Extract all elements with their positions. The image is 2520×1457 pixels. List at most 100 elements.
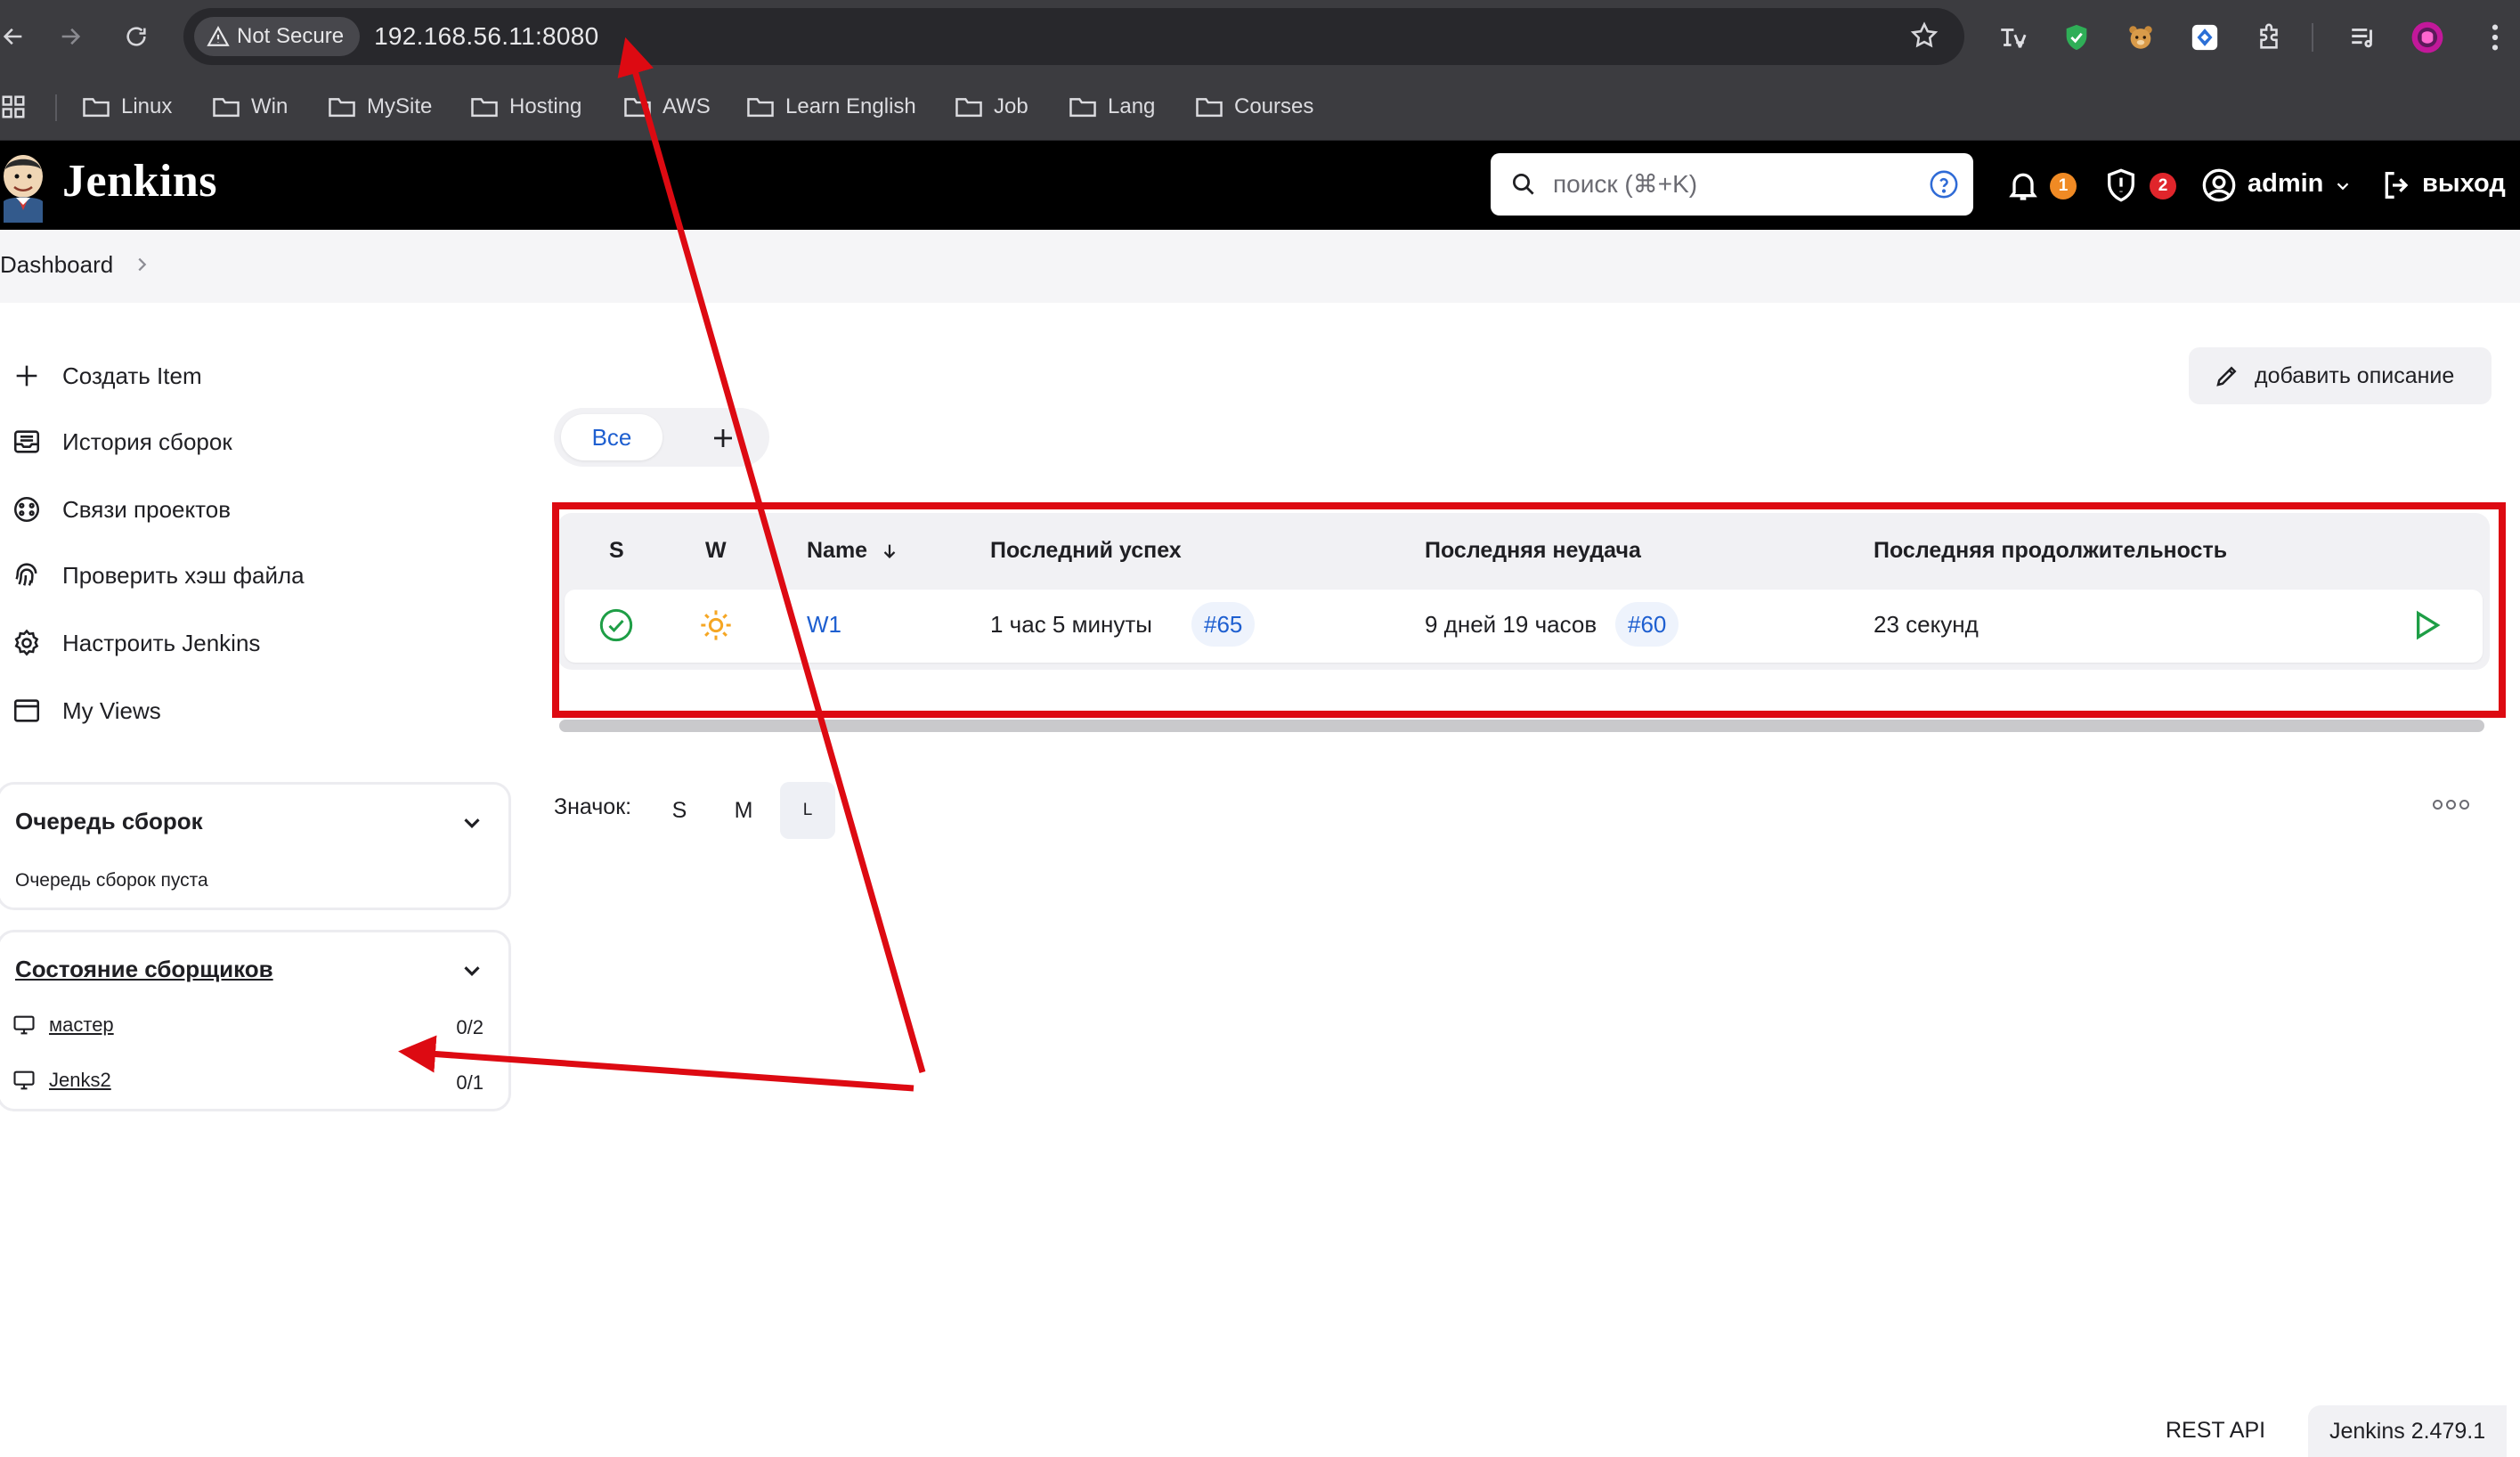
logout-label: выход	[2422, 169, 2506, 198]
bookmark-star-icon[interactable]	[1909, 20, 1939, 55]
url-text[interactable]: 192.168.56.11:8080	[374, 22, 598, 51]
plus-icon	[11, 360, 43, 392]
computer-icon	[13, 1070, 35, 1090]
browser-toolbar: Not Secure 192.168.56.11:8080	[0, 0, 2520, 73]
sidebar-item-gear[interactable]: Настроить Jenkins	[11, 625, 260, 661]
add-view-icon[interactable]	[703, 419, 743, 458]
bookmark-folder-item[interactable]: Win	[212, 91, 288, 123]
sidebar-item-label: Проверить хэш файла	[62, 561, 305, 589]
bookmark-label: Win	[251, 94, 289, 118]
logout-button[interactable]: выход	[2379, 162, 2520, 208]
apps-grid-icon[interactable]	[0, 91, 27, 123]
folder-icon	[1196, 98, 1223, 118]
sidebar-item-label: My Views	[62, 696, 161, 724]
bookmark-folder-item[interactable]: Hosting	[470, 91, 581, 123]
shield-alert-icon	[2108, 168, 2134, 202]
security-badge: 2	[2150, 173, 2176, 199]
view-tabs: Все	[554, 408, 769, 467]
inbox-icon	[11, 426, 43, 458]
executors-panel: Состояние сборщиков мастер 0/2 Jenks2 0/…	[0, 930, 511, 1111]
bookmarks-bar: Linux Win MySite Hosting AWS Learn English Job…	[0, 73, 2520, 141]
sidebar-item-label: История сборок	[62, 427, 232, 455]
extensions-puzzle-icon[interactable]	[2251, 20, 2287, 55]
table-scrollbar[interactable]	[559, 720, 2484, 732]
agent-jenks2[interactable]: Jenks2	[12, 1068, 111, 1093]
reload-icon[interactable]	[118, 18, 155, 55]
relations-icon	[11, 493, 43, 525]
folder-icon	[329, 98, 355, 118]
shield-extension-icon[interactable]	[2059, 20, 2094, 55]
address-bar[interactable]: Not Secure 192.168.56.11:8080	[183, 8, 1964, 65]
not-secure-badge[interactable]: Not Secure	[194, 17, 361, 56]
jenkins-brand[interactable]: Jenkins	[62, 155, 217, 208]
search-input[interactable]	[1553, 170, 1891, 199]
jenkins-logo[interactable]	[0, 150, 52, 223]
fingerprint-icon	[11, 559, 43, 591]
agent-name[interactable]: Jenks2	[49, 1069, 111, 1092]
chevron-right-icon[interactable]	[132, 255, 151, 274]
user-menu[interactable]: admin	[2201, 162, 2361, 208]
sidebar-item-label: Настроить Jenkins	[62, 629, 261, 656]
executors-title[interactable]: Состояние сборщиков	[15, 956, 273, 983]
bookmark-folder-item[interactable]: Learn English	[746, 91, 916, 123]
folder-icon	[955, 98, 982, 118]
agent-name[interactable]: мастер	[49, 1013, 114, 1037]
search-icon	[1513, 174, 1534, 195]
sidebar-item-label: Создать Item	[62, 362, 202, 389]
folder-icon	[1069, 98, 1096, 118]
agent-executor-count: 0/1	[456, 1071, 484, 1094]
add-description-button[interactable]: добавить описание	[2189, 347, 2492, 404]
icon-size-l[interactable]: L	[780, 782, 835, 839]
bookmark-label: Learn English	[785, 94, 916, 118]
agent-master[interactable]: мастер	[12, 1013, 114, 1038]
icon-size-m[interactable]: M	[716, 782, 771, 839]
folder-icon	[624, 98, 651, 118]
icon-size-s[interactable]: S	[652, 782, 707, 839]
bookmarks-separator	[55, 94, 57, 121]
jenkins-header: Jenkins 1 2 admin выход	[0, 141, 2520, 230]
profile-avatar-icon[interactable]	[2410, 20, 2445, 55]
build-queue-empty: Очередь сборок пуста	[15, 870, 208, 891]
translate-extension-icon[interactable]	[1995, 20, 2030, 55]
sidebar-item-plus[interactable]: Создать Item	[11, 358, 202, 394]
logout-icon	[2385, 172, 2409, 199]
bookmark-folder-item[interactable]: MySite	[328, 91, 432, 123]
code-extension-icon[interactable]	[2187, 20, 2223, 55]
bookmark-label: Lang	[1108, 94, 1156, 118]
forward-icon[interactable]	[52, 18, 89, 55]
help-icon[interactable]	[1929, 169, 1959, 199]
agent-executor-count: 0/2	[456, 1016, 484, 1038]
sidebar-item-window[interactable]: My Views	[11, 693, 161, 728]
toolbar-separator	[2312, 23, 2313, 52]
back-icon[interactable]	[0, 18, 32, 55]
bookmark-folder-item[interactable]: Courses	[1195, 91, 1313, 123]
bookmark-folder-item[interactable]: Lang	[1069, 91, 1155, 123]
sidebar-item-label: Связи проектов	[62, 495, 232, 523]
bookmark-folder-item[interactable]: AWS	[623, 91, 711, 123]
search-box[interactable]	[1491, 153, 1973, 216]
bookmark-label: Linux	[121, 94, 173, 118]
not-secure-label: Not Secure	[237, 24, 345, 48]
sidebar-item-relations[interactable]: Связи проектов	[11, 492, 231, 527]
media-queue-icon[interactable]	[2345, 20, 2381, 55]
breadcrumb-dashboard[interactable]: Dashboard	[0, 251, 113, 279]
rest-api-link[interactable]: REST API	[2166, 1418, 2265, 1444]
bookmark-label: Job	[994, 94, 1028, 118]
build-queue-panel: Очередь сборок Очередь сборок пуста	[0, 782, 511, 910]
bookmark-folder-item[interactable]: Linux	[82, 91, 172, 123]
bookmark-folder-item[interactable]: Job	[955, 91, 1028, 123]
folder-icon	[213, 98, 240, 118]
sidebar-item-inbox[interactable]: История сборок	[11, 424, 232, 460]
breadcrumb: Dashboard	[0, 230, 2520, 303]
browser-menu-icon[interactable]	[2477, 20, 2513, 55]
bear-extension-icon[interactable]	[2123, 20, 2158, 55]
more-options-icon[interactable]	[2433, 800, 2469, 810]
build-queue-title[interactable]: Очередь сборок	[15, 808, 203, 835]
user-name: admin	[2248, 169, 2324, 198]
chevron-down-icon[interactable]	[459, 810, 485, 836]
sidebar-item-fingerprint[interactable]: Проверить хэш файла	[11, 558, 305, 593]
chevron-down-icon[interactable]	[459, 957, 485, 984]
tab-all[interactable]: Все	[561, 414, 663, 460]
jenkins-version-button[interactable]: Jenkins 2.479.1	[2308, 1405, 2508, 1457]
folder-icon	[747, 98, 774, 118]
